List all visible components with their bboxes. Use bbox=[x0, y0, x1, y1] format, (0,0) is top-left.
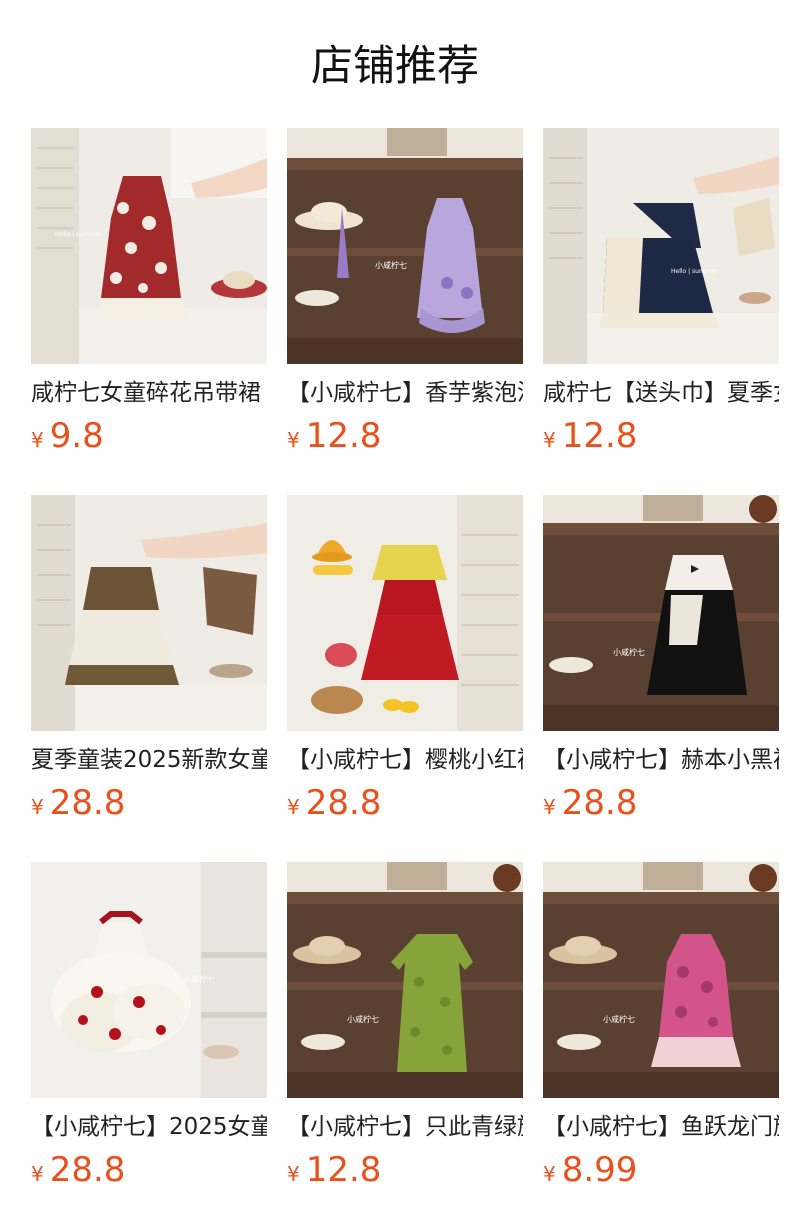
svg-text:小咸柠七: 小咸柠七 bbox=[375, 260, 407, 270]
product-card[interactable]: 夏季童装2025新款女童 ¥28.8 bbox=[31, 495, 267, 829]
product-name[interactable]: 【小咸柠七】香芋紫泡泡裙 bbox=[287, 378, 523, 408]
price-value: 28.8 bbox=[561, 783, 638, 823]
currency-symbol: ¥ bbox=[543, 428, 556, 452]
price-value: 12.8 bbox=[305, 416, 382, 456]
svg-text:Hello | summer: Hello | summer bbox=[671, 268, 717, 275]
product-image-lavender-dress[interactable]: 小咸柠七 bbox=[287, 128, 523, 364]
product-name[interactable]: 【小咸柠七】2025女童 bbox=[31, 1112, 267, 1142]
currency-symbol: ¥ bbox=[31, 1162, 44, 1186]
product-name[interactable]: 【小咸柠七】鱼跃龙门旗袍 bbox=[543, 1112, 779, 1142]
product-name[interactable]: 【小咸柠七】樱桃小红裙 bbox=[287, 745, 523, 775]
product-image-black-dress[interactable]: 小咸柠七 bbox=[543, 495, 779, 731]
svg-text:小咸柠七: 小咸柠七 bbox=[347, 1014, 379, 1024]
product-card[interactable]: Hello | summer 咸柠七【送头巾】夏季女童 ¥12.8 bbox=[543, 128, 779, 462]
price-value: 12.8 bbox=[561, 416, 638, 456]
currency-symbol: ¥ bbox=[287, 1162, 300, 1186]
product-card[interactable]: 小咸柠七 【小咸柠七】2025女童 ¥28.8 bbox=[31, 862, 267, 1196]
currency-symbol: ¥ bbox=[543, 1162, 556, 1186]
product-price: ¥12.8 bbox=[543, 416, 779, 462]
store-recommendations-page: 店铺推荐 Hello | summer 咸柠七女童碎花吊带裙 ¥ 9.8 小咸柠… bbox=[0, 0, 790, 1230]
product-price: ¥12.8 bbox=[287, 1150, 523, 1196]
page-title: 店铺推荐 bbox=[310, 41, 479, 90]
svg-text:Hello | summer: Hello | summer bbox=[55, 231, 101, 238]
product-card[interactable]: 小咸柠七 【小咸柠七】鱼跃龙门旗袍 ¥8.99 bbox=[543, 862, 779, 1196]
price-value: 28.8 bbox=[49, 1150, 126, 1190]
product-name[interactable]: 咸柠七【送头巾】夏季女童 bbox=[543, 378, 779, 408]
price-value: 28.8 bbox=[49, 783, 126, 823]
price-value: 28.8 bbox=[305, 783, 382, 823]
svg-text:小咸柠七: 小咸柠七 bbox=[613, 647, 645, 657]
product-image-navy-lace-dress[interactable]: Hello | summer bbox=[543, 128, 779, 364]
product-image-green-qipao[interactable]: 小咸柠七 bbox=[287, 862, 523, 1098]
product-price: ¥28.8 bbox=[287, 783, 523, 829]
product-card[interactable]: 小咸柠七 【小咸柠七】香芋紫泡泡裙 ¥12.8 bbox=[287, 128, 523, 462]
price-value: 9.8 bbox=[49, 416, 104, 456]
product-card[interactable]: 【小咸柠七】樱桃小红裙 ¥28.8 bbox=[287, 495, 523, 829]
product-card[interactable]: 小咸柠七 【小咸柠七】赫本小黑裙 ¥28.8 bbox=[543, 495, 779, 829]
currency-symbol: ¥ bbox=[287, 795, 300, 819]
currency-symbol: ¥ bbox=[543, 795, 556, 819]
product-image-red-yellow-dress[interactable] bbox=[287, 495, 523, 731]
product-price: ¥28.8 bbox=[31, 1150, 267, 1196]
svg-text:小咸柠七: 小咸柠七 bbox=[603, 1014, 635, 1024]
product-card[interactable]: 小咸柠七 【小咸柠七】只此青绿旗袍 ¥12.8 bbox=[287, 862, 523, 1196]
product-name[interactable]: 【小咸柠七】只此青绿旗袍 bbox=[287, 1112, 523, 1142]
currency-symbol: ¥ bbox=[31, 428, 44, 452]
product-price: ¥9.8 bbox=[31, 416, 267, 462]
svg-text:小咸柠七: 小咸柠七 bbox=[183, 974, 215, 984]
product-image-white-tutu-dress[interactable]: 小咸柠七 bbox=[31, 862, 267, 1098]
product-image-crochet-dress[interactable] bbox=[31, 495, 267, 731]
product-name[interactable]: 咸柠七女童碎花吊带裙 bbox=[31, 378, 267, 408]
price-value: 12.8 bbox=[305, 1150, 382, 1190]
product-price: ¥28.8 bbox=[31, 783, 267, 829]
currency-symbol: ¥ bbox=[287, 428, 300, 452]
product-price: ¥12.8 bbox=[287, 416, 523, 462]
product-name[interactable]: 【小咸柠七】赫本小黑裙 bbox=[543, 745, 779, 775]
product-card[interactable]: Hello | summer 咸柠七女童碎花吊带裙 ¥9.8 bbox=[31, 128, 267, 462]
product-price: ¥28.8 bbox=[543, 783, 779, 829]
product-name[interactable]: 夏季童装2025新款女童 bbox=[31, 745, 267, 775]
product-image-pink-qipao[interactable]: 小咸柠七 bbox=[543, 862, 779, 1098]
price-value: 8.99 bbox=[561, 1150, 638, 1190]
product-image-floral-dress[interactable]: Hello | summer bbox=[31, 128, 267, 364]
product-price: ¥8.99 bbox=[543, 1150, 779, 1196]
currency-symbol: ¥ bbox=[31, 795, 44, 819]
